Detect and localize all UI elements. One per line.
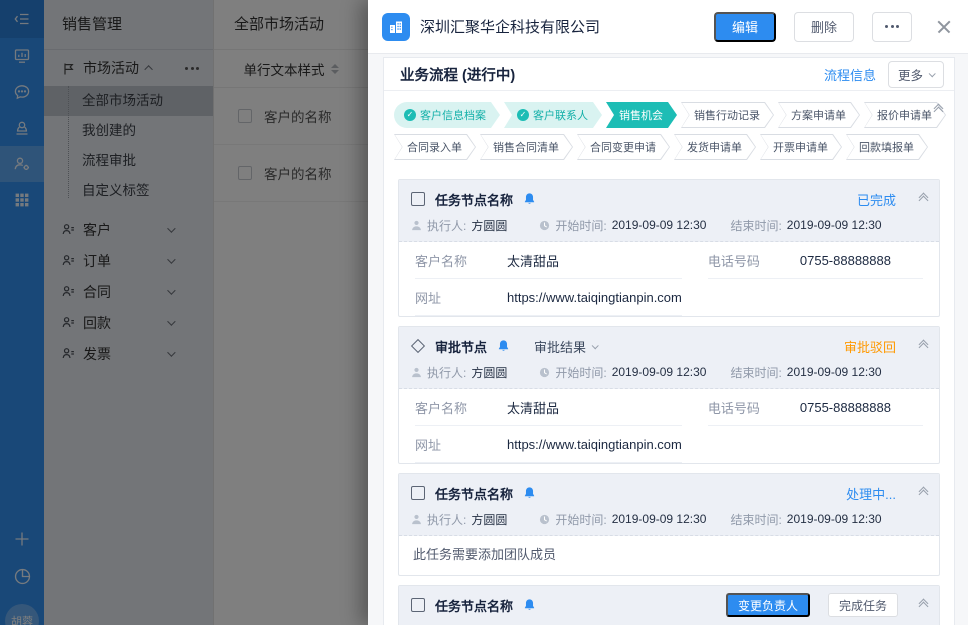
field-website: 网址https://www.taiqingtianpin.com xyxy=(415,279,682,316)
business-flow-panel: 业务流程 (进行中) 流程信息 更多 客户信息档案 客户联系人 销售机会 销售行… xyxy=(383,57,955,625)
detail-drawer: 深圳汇聚华企科技有限公司 编辑 删除 业务流程 (进行中) 流程信息 更多 客户… xyxy=(368,0,968,625)
collapse-card-icon[interactable] xyxy=(920,488,927,498)
executor-value: 方圆圆 xyxy=(471,511,507,528)
approval-node-card: 审批节点 审批结果 审批驳回 执行人: xyxy=(398,326,940,464)
approval-result-dropdown[interactable]: 审批结果 xyxy=(534,337,597,356)
close-icon[interactable] xyxy=(936,19,952,35)
task-checkbox-icon[interactable] xyxy=(411,192,425,206)
end-label: 结束时间: xyxy=(730,217,781,234)
bell-icon[interactable] xyxy=(497,339,510,353)
diamond-icon xyxy=(411,339,425,353)
field-empty xyxy=(708,426,923,463)
status-badge[interactable]: 审批驳回 xyxy=(844,337,896,356)
collapse-card-icon[interactable] xyxy=(920,341,927,351)
more-label: 更多 xyxy=(898,65,923,84)
field-phone: 电话号码0755-88888888 xyxy=(708,389,923,426)
clock-icon xyxy=(539,220,550,231)
change-owner-button[interactable]: 变更负责人 xyxy=(726,593,810,617)
check-circle-icon xyxy=(517,109,529,121)
approval-result-label: 审批结果 xyxy=(534,337,586,356)
more-menu-button[interactable] xyxy=(872,12,912,42)
chevron-down-icon xyxy=(592,342,599,349)
flow-step-contract-entry[interactable]: 合同录入单 xyxy=(394,134,476,160)
flow-step-plan-request[interactable]: 方案申请单 xyxy=(778,102,860,128)
task-node-card-2: 任务节点名称 处理中... 执行人: 方圆圆 xyxy=(398,473,940,576)
check-circle-icon xyxy=(404,109,416,121)
drawer-topbar: 深圳汇聚华企科技有限公司 编辑 删除 xyxy=(368,0,968,54)
task-node-card-1: 任务节点名称 已完成 执行人: 方圆圆 xyxy=(398,179,940,317)
flow-step-sales-opportunity[interactable]: 销售机会 xyxy=(606,102,677,128)
field-empty xyxy=(708,279,923,316)
modal-dim-overlay[interactable] xyxy=(0,0,368,625)
flow-info-link[interactable]: 流程信息 xyxy=(824,65,876,84)
collapse-flow-icon[interactable] xyxy=(935,105,942,115)
section-header: 业务流程 (进行中) 流程信息 更多 xyxy=(384,58,954,91)
start-label: 开始时间: xyxy=(555,217,606,234)
task-checkbox-icon[interactable] xyxy=(411,598,425,612)
chevron-down-icon xyxy=(929,70,936,77)
flow-step-invoice-request[interactable]: 开票申请单 xyxy=(760,134,842,160)
end-label: 结束时间: xyxy=(730,364,781,381)
complete-task-button[interactable]: 完成任务 xyxy=(828,593,898,617)
flow-steps: 客户信息档案 客户联系人 销售机会 销售行动记录 方案申请单 报价申请单 合同录… xyxy=(384,91,954,170)
executor-value: 方圆圆 xyxy=(471,217,507,234)
start-label: 开始时间: xyxy=(555,511,606,528)
clock-icon xyxy=(539,514,550,525)
task-checkbox-icon[interactable] xyxy=(411,486,425,500)
flow-row-2: 合同录入单 销售合同清单 合同变更申请 发货申请单 开票申请单 回款填报单 xyxy=(394,134,920,160)
start-label: 开始时间: xyxy=(555,364,606,381)
field-customer-name: 客户名称太清甜品 xyxy=(415,242,682,279)
start-value: 2019-09-09 12:30 xyxy=(612,365,707,379)
executor-value: 方圆圆 xyxy=(471,364,507,381)
person-icon xyxy=(411,514,422,525)
flow-step-quote-request[interactable]: 报价申请单 xyxy=(864,102,946,128)
person-icon xyxy=(411,220,422,231)
flow-step-payment-report[interactable]: 回款填报单 xyxy=(846,134,928,160)
status-badge[interactable]: 已完成 xyxy=(857,190,896,209)
edit-button[interactable]: 编辑 xyxy=(714,12,776,42)
flow-step-customer-contact[interactable]: 客户联系人 xyxy=(504,102,602,128)
clock-icon xyxy=(539,367,550,378)
flow-step-contract-change[interactable]: 合同变更申请 xyxy=(577,134,670,160)
bell-icon[interactable] xyxy=(523,486,536,500)
field-website: 网址https://www.taiqingtianpin.com xyxy=(415,426,682,463)
company-building-icon xyxy=(382,13,410,41)
bell-icon[interactable] xyxy=(523,598,536,612)
end-value: 2019-09-09 12:30 xyxy=(787,512,882,526)
task-note: 此任务需要添加团队成员 xyxy=(399,536,939,575)
flow-step-customer-info[interactable]: 客户信息档案 xyxy=(394,102,500,128)
flow-step-sales-action[interactable]: 销售行动记录 xyxy=(681,102,774,128)
more-dropdown-button[interactable]: 更多 xyxy=(888,61,944,88)
executor-label: 执行人: xyxy=(427,217,466,234)
field-customer-name: 客户名称太清甜品 xyxy=(415,389,682,426)
section-title: 业务流程 (进行中) xyxy=(400,64,824,85)
card-title: 任务节点名称 xyxy=(435,190,513,209)
end-label: 结束时间: xyxy=(730,511,781,528)
card-title: 任务节点名称 xyxy=(435,596,513,615)
collapse-card-icon[interactable] xyxy=(920,600,927,610)
executor-label: 执行人: xyxy=(427,511,466,528)
executor-label: 执行人: xyxy=(427,364,466,381)
collapse-card-icon[interactable] xyxy=(920,194,927,204)
bell-icon[interactable] xyxy=(523,192,536,206)
status-badge[interactable]: 处理中... xyxy=(846,484,896,503)
company-title: 深圳汇聚华企科技有限公司 xyxy=(420,16,704,37)
card-title: 审批节点 xyxy=(435,337,487,356)
ellipsis-icon xyxy=(885,25,899,28)
end-value: 2019-09-09 12:30 xyxy=(787,218,882,232)
card-title: 任务节点名称 xyxy=(435,484,513,503)
flow-step-contract-list[interactable]: 销售合同清单 xyxy=(480,134,573,160)
end-value: 2019-09-09 12:30 xyxy=(787,365,882,379)
field-phone: 电话号码0755-88888888 xyxy=(708,242,923,279)
task-node-card-3: 任务节点名称 变更负责人 完成任务 执行人: 方圆圆 xyxy=(398,585,940,625)
flow-row-1: 客户信息档案 客户联系人 销售机会 销售行动记录 方案申请单 报价申请单 xyxy=(394,102,920,128)
flow-step-shipping-request[interactable]: 发货申请单 xyxy=(674,134,756,160)
person-icon xyxy=(411,367,422,378)
start-value: 2019-09-09 12:30 xyxy=(612,512,707,526)
start-value: 2019-09-09 12:30 xyxy=(612,218,707,232)
delete-button[interactable]: 删除 xyxy=(794,12,854,42)
